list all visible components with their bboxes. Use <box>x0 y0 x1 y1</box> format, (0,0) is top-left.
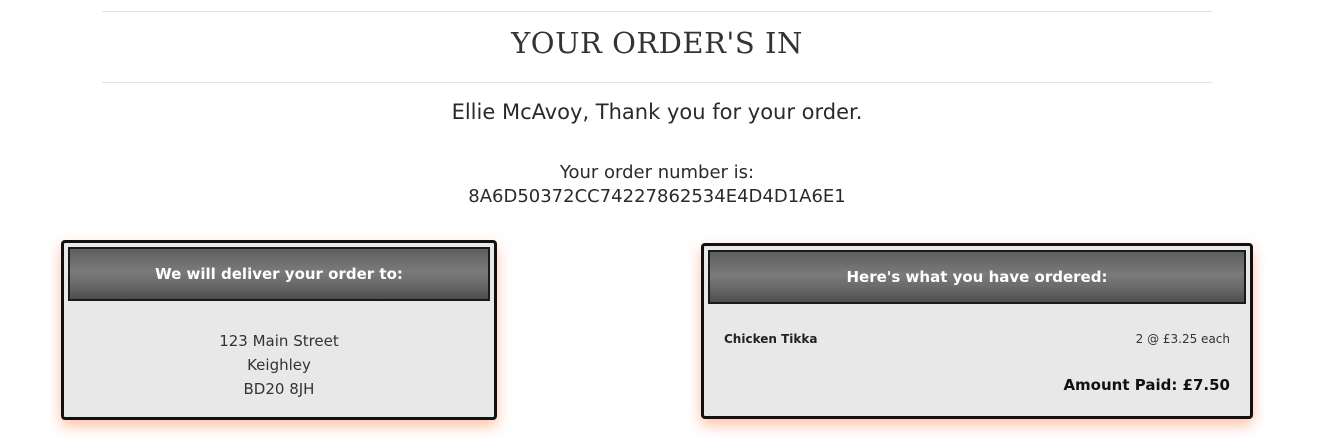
order-item-row: Chicken Tikka 2 @ £3.25 each <box>724 332 1230 346</box>
delivery-card-header: We will deliver your order to: <box>68 247 490 301</box>
order-item-name: Chicken Tikka <box>724 332 818 346</box>
order-confirmation-page: YOUR ORDER'S IN Ellie McAvoy, Thank you … <box>0 0 1331 438</box>
order-number: 8A6D50372CC74227862534E4D4D1A6E1 <box>468 186 846 207</box>
address-line-town: Keighley <box>247 356 311 374</box>
delivery-address-card: We will deliver your order to: 123 Main … <box>61 240 497 420</box>
amount-paid: Amount Paid: £7.50 <box>1063 376 1230 394</box>
top-divider <box>102 11 1212 12</box>
order-number-label: Your order number is: <box>559 162 755 183</box>
order-summary-card-header: Here's what you have ordered: <box>708 250 1246 304</box>
order-summary-card: Here's what you have ordered: Chicken Ti… <box>701 243 1253 419</box>
address-line-street: 123 Main Street <box>219 332 339 350</box>
address-line-postcode: BD20 8JH <box>243 380 315 398</box>
thank-you-message: Ellie McAvoy, Thank you for your order. <box>451 100 863 124</box>
order-item-quantity: 2 @ £3.25 each <box>1135 332 1230 346</box>
delivery-address: 123 Main Street Keighley BD20 8JH <box>64 329 494 401</box>
page-title: YOUR ORDER'S IN <box>511 26 803 60</box>
title-divider <box>102 82 1212 83</box>
